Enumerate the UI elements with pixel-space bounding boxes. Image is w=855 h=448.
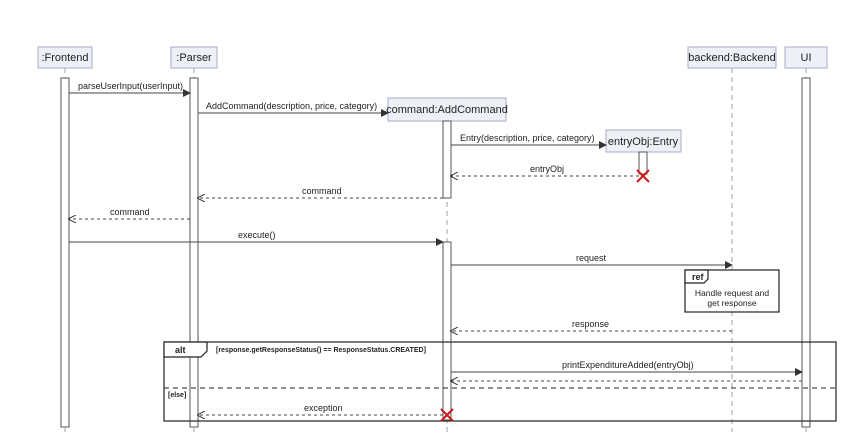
message-print-expenditure: printExpenditureAdded(entryObj) (451, 360, 803, 376)
message-exception-label: exception (304, 403, 343, 413)
message-entry-ctor: Entry(description, price, category) (451, 133, 607, 149)
participant-command-label: command:AddCommand (386, 104, 508, 116)
message-request: request (451, 253, 733, 269)
message-execute: execute() (69, 230, 444, 246)
participant-backend: backend:Backend (687, 46, 777, 69)
message-command-return-frontend: command (69, 207, 190, 219)
ref-fragment: ref Handle request and get response (684, 269, 780, 313)
message-command-return-frontend-label: command (110, 207, 150, 217)
message-request-label: request (576, 253, 607, 263)
message-exception: exception (198, 403, 443, 415)
message-parse-user-input: parseUserInput(userInput) (69, 81, 191, 97)
participant-command: command:AddCommand (386, 97, 508, 122)
alt-fragment-label: alt (175, 345, 186, 355)
sequence-diagram: :Frontend :Parser command:AddCommand ent… (37, 46, 837, 432)
participant-entry-label: entryObj:Entry (608, 136, 679, 148)
participant-frontend-label: :Frontend (41, 52, 88, 64)
message-entry-return-label: entryObj (530, 164, 564, 174)
message-execute-label: execute() (238, 230, 276, 240)
message-add-command: AddCommand(description, price, category) (198, 101, 389, 117)
ref-fragment-text-line1: Handle request and (695, 288, 769, 298)
participant-ui: UI (784, 46, 828, 69)
activation-frontend (60, 77, 70, 428)
activation-entry (638, 151, 648, 175)
message-response-label: response (572, 319, 609, 329)
participant-frontend: :Frontend (37, 46, 93, 69)
message-add-command-label: AddCommand(description, price, category) (206, 101, 377, 111)
message-entry-ctor-label: Entry(description, price, category) (460, 133, 595, 143)
ref-fragment-label: ref (692, 272, 705, 282)
message-command-return-parser-label: command (302, 186, 342, 196)
participant-backend-label: backend:Backend (688, 52, 775, 64)
activation-command-2 (442, 241, 452, 421)
alt-fragment-guard: [response.getResponseStatus() == Respons… (216, 347, 426, 354)
participant-parser-label: :Parser (176, 52, 212, 64)
participant-entry: entryObj:Entry (605, 129, 682, 153)
activation-command-1 (442, 120, 452, 199)
message-print-expenditure-label: printExpenditureAdded(entryObj) (562, 360, 694, 370)
ref-fragment-text-line2: get response (707, 298, 756, 308)
message-entry-return: entryObj (451, 164, 639, 176)
message-command-return-parser: command (198, 186, 443, 198)
activation-parser (189, 77, 199, 428)
message-response: response (451, 319, 732, 331)
alt-fragment-else-guard: [else] (168, 392, 186, 399)
participant-parser: :Parser (170, 46, 218, 69)
message-parse-user-input-label: parseUserInput(userInput) (78, 81, 183, 91)
activation-ui (801, 77, 811, 428)
participant-ui-label: UI (801, 52, 812, 64)
